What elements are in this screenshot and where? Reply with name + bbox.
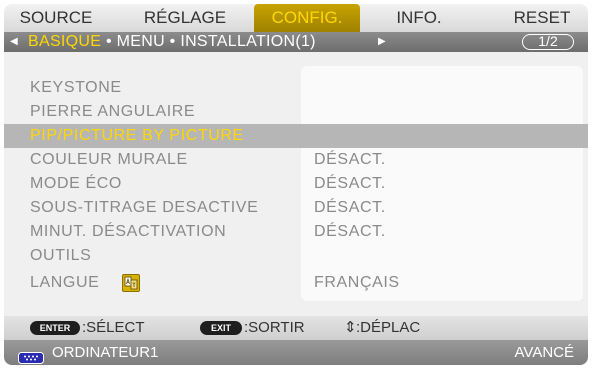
move-guide-text: :DÉPLAC [356, 319, 421, 336]
menu-item-minut-desactivation[interactable]: MINUT. DÉSACTIVATION DÉSACT. [4, 220, 588, 244]
left-arrow-icon[interactable]: ◀ [10, 32, 18, 52]
menu-content: KEYSTONE PIERRE ANGULAIRE PIP/PICTURE BY… [4, 52, 588, 316]
menu-item-label: LANGUE [30, 274, 100, 291]
language-icon [122, 274, 140, 292]
exit-key-icon: EXIT [200, 321, 242, 335]
menu-item-label: PIERRE ANGULAIRE [30, 103, 196, 120]
tab-source[interactable]: SOURCE [6, 4, 106, 32]
menu-item-value: DÉSACT. [314, 151, 386, 168]
main-tab-bar: SOURCE RÉGLAGE CONFIG. INFO. RESET [4, 4, 588, 32]
menu-item-pip[interactable]: PIP/PICTURE BY PICTURE [4, 124, 588, 148]
key-guide: ENTER :SÉLECT EXIT :SORTIR ⇕ :DÉPLAC [4, 316, 588, 340]
tab-config[interactable]: CONFIG. [254, 4, 360, 32]
tab-reglage[interactable]: RÉGLAGE [122, 4, 248, 32]
subtab-others[interactable]: • MENU • INSTALLATION(1) [101, 33, 316, 50]
input-source-label: ORDINATEUR1 [52, 344, 159, 361]
menu-level-label: AVANCÉ [514, 344, 574, 361]
status-bar: ORDINATEUR1 AVANCÉ [4, 340, 588, 365]
menu-item-value: DÉSACT. [314, 175, 386, 192]
menu-item-label: PIP/PICTURE BY PICTURE [30, 127, 244, 144]
menu-item-couleur-murale[interactable]: COULEUR MURALE DÉSACT. [4, 148, 588, 172]
subtab-basique[interactable]: BASIQUE [28, 33, 101, 50]
menu-item-label: MINUT. DÉSACTIVATION [30, 223, 227, 240]
menu-item-sous-titrage[interactable]: SOUS-TITRAGE DESACTIVE DÉSACT. [4, 196, 588, 220]
menu-item-outils[interactable]: OUTILS [4, 244, 588, 268]
menu-item-pierre-angulaire[interactable]: PIERRE ANGULAIRE [4, 100, 588, 124]
enter-key-icon: ENTER [30, 321, 80, 335]
menu-item-value: DÉSACT. [314, 223, 386, 240]
move-arrows-icon: ⇕ [344, 319, 357, 336]
menu-item-mode-eco[interactable]: MODE ÉCO DÉSACT. [4, 172, 588, 196]
menu-item-label: OUTILS [30, 247, 92, 264]
menu-item-label: KEYSTONE [30, 79, 122, 96]
menu-item-value: FRANÇAIS [314, 274, 400, 291]
computer-input-icon [18, 347, 44, 365]
menu-item-langue[interactable]: LANGUE FRANÇAIS [4, 271, 588, 295]
exit-guide-text: :SORTIR [244, 319, 305, 336]
right-arrow-icon[interactable]: ▶ [378, 32, 386, 52]
enter-guide-text: :SÉLECT [82, 319, 145, 336]
page-indicator: 1/2 [522, 34, 574, 50]
tab-info[interactable]: INFO. [384, 4, 454, 32]
menu-item-label: COULEUR MURALE [30, 151, 188, 168]
tab-reset[interactable]: RESET [502, 4, 582, 32]
sub-tab-bar: ◀ BASIQUE • MENU • INSTALLATION(1) ▶ 1/2 [4, 32, 588, 52]
menu-item-value: DÉSACT. [314, 199, 386, 216]
menu-item-label: MODE ÉCO [30, 175, 122, 192]
projector-menu: SOURCE RÉGLAGE CONFIG. INFO. RESET ◀ BAS… [4, 4, 588, 365]
menu-item-keystone[interactable]: KEYSTONE [4, 76, 588, 100]
menu-item-label: SOUS-TITRAGE DESACTIVE [30, 199, 259, 216]
